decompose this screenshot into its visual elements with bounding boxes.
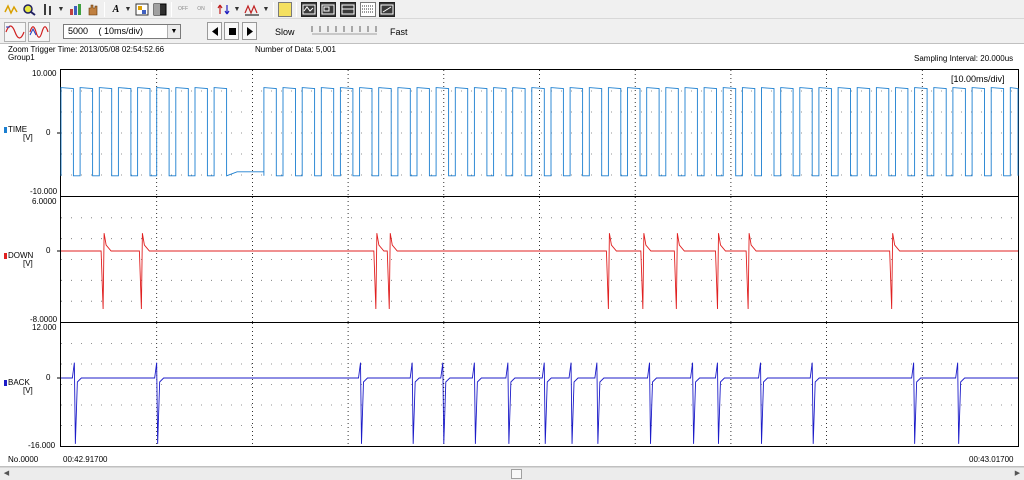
zoom-arrows-icon[interactable] xyxy=(216,2,232,17)
data-count-value: 5000 xyxy=(68,26,89,36)
window-3-icon[interactable] xyxy=(340,2,356,17)
zoom-dropdown-icon[interactable]: ▼ xyxy=(233,2,241,17)
sine-wave-button[interactable] xyxy=(4,22,26,42)
on-icon[interactable]: ON xyxy=(193,2,209,17)
data-count-select[interactable]: 5000 ( 10ms/div) ▼ xyxy=(63,24,181,39)
scroll-right-icon[interactable]: ▶ xyxy=(1011,468,1024,480)
scroll-thumb[interactable] xyxy=(511,469,522,479)
horizontal-scrollbar[interactable]: ◀ ▶ xyxy=(0,467,1024,480)
star-waveform-icon[interactable] xyxy=(3,2,19,17)
scroll-left-icon[interactable]: ◀ xyxy=(0,468,13,480)
waveform-plot[interactable] xyxy=(0,44,1024,467)
separator xyxy=(171,2,172,17)
chevron-down-icon[interactable]: ▼ xyxy=(167,25,180,38)
color-icon[interactable] xyxy=(134,2,150,17)
time-div-label: [10.00ms/div] xyxy=(951,74,1005,84)
play-forward-button[interactable] xyxy=(242,22,257,40)
window-5-icon[interactable] xyxy=(379,2,395,17)
calculator-icon[interactable] xyxy=(278,2,292,17)
toolbar: ▼ A ▼ OFF ON ▼ ▼ xyxy=(0,0,1024,19)
start-time-label: 00:42.91700 xyxy=(63,455,108,464)
text-dropdown-icon[interactable]: ▼ xyxy=(124,2,132,17)
window-1-icon[interactable] xyxy=(301,2,317,17)
off-icon[interactable]: OFF xyxy=(175,2,191,17)
chart-icon[interactable] xyxy=(67,2,83,17)
separator xyxy=(273,2,274,17)
hand-icon[interactable] xyxy=(85,2,101,17)
stop-button[interactable] xyxy=(224,22,239,40)
measure-icon[interactable] xyxy=(243,2,261,17)
separator xyxy=(211,2,212,17)
data-number-label: No.0000 xyxy=(8,455,39,464)
measure-dropdown-icon[interactable]: ▼ xyxy=(262,2,270,17)
play-reverse-button[interactable] xyxy=(207,22,222,40)
separator xyxy=(104,2,105,17)
separator xyxy=(296,2,297,17)
fast-label: Fast xyxy=(390,27,408,37)
cursor-icon[interactable] xyxy=(40,2,56,17)
off-label: OFF xyxy=(178,6,188,12)
slow-label: Slow xyxy=(275,27,295,37)
on-label: ON xyxy=(197,6,205,12)
text-icon[interactable]: A xyxy=(109,2,123,17)
graph-area[interactable]: Zoom Trigger Time: 2013/05/08 02:54:52.6… xyxy=(0,44,1024,467)
end-time-label: 00:43.01700 xyxy=(969,455,1014,464)
window-2-icon[interactable] xyxy=(320,2,336,17)
cursor-dropdown-icon[interactable]: ▼ xyxy=(57,2,65,17)
data-count-unit: ( 10ms/div) xyxy=(98,26,144,36)
double-wave-button[interactable] xyxy=(28,22,50,42)
black-square-icon[interactable] xyxy=(152,2,168,17)
speed-slider[interactable] xyxy=(309,23,379,37)
control-bar: 5000 ( 10ms/div) ▼ Slow Fast xyxy=(0,19,1024,44)
magnifier-icon[interactable] xyxy=(21,2,37,17)
window-4-icon[interactable] xyxy=(360,2,376,17)
